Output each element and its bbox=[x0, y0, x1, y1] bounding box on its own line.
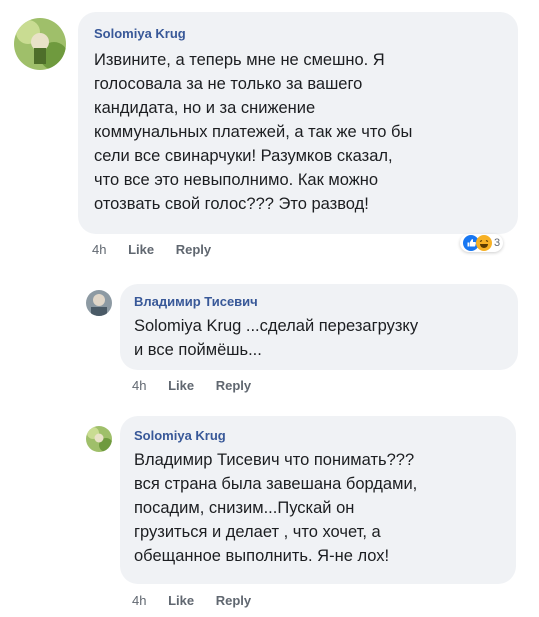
reaction-summary[interactable]: 3 bbox=[460, 234, 504, 252]
avatar[interactable] bbox=[14, 18, 66, 70]
comment-text: Извините, а теперь мне не смешно. Я голо… bbox=[94, 51, 413, 213]
like-button[interactable]: Like bbox=[128, 242, 154, 257]
comment-bubble: Solomiya Krug Владимир Тисевич что поним… bbox=[120, 416, 516, 584]
comment-author[interactable]: Solomiya Krug bbox=[134, 428, 502, 444]
reply-button[interactable]: Reply bbox=[216, 378, 251, 393]
reply-button[interactable]: Reply bbox=[176, 242, 211, 257]
like-button[interactable]: Like bbox=[168, 593, 194, 608]
reply-button[interactable]: Reply bbox=[216, 593, 251, 608]
haha-reaction-icon bbox=[476, 235, 492, 251]
comment-bubble: Владимир Тисевич Solomiya Krug ...сделай… bbox=[120, 284, 518, 370]
comment-author[interactable]: Solomiya Krug bbox=[94, 26, 502, 42]
comment-text: Solomiya Krug ...сделай перезагрузку и в… bbox=[134, 317, 419, 359]
comment-time[interactable]: 4h bbox=[92, 242, 106, 257]
reaction-count: 3 bbox=[494, 237, 501, 249]
comment-actions: 4h Like Reply bbox=[132, 378, 269, 393]
comment-time[interactable]: 4h bbox=[132, 593, 146, 608]
avatar[interactable] bbox=[86, 426, 112, 452]
comment-time[interactable]: 4h bbox=[132, 378, 146, 393]
like-button[interactable]: Like bbox=[168, 378, 194, 393]
comment-text: Владимир Тисевич что понимать??? вся стр… bbox=[134, 451, 418, 565]
comment-actions: 4h Like Reply bbox=[92, 242, 229, 257]
comment-bubble: Solomiya Krug Извините, а теперь мне не … bbox=[78, 12, 518, 234]
comment-author[interactable]: Владимир Тисевич bbox=[134, 294, 504, 310]
avatar[interactable] bbox=[86, 290, 112, 316]
comment-actions: 4h Like Reply bbox=[132, 593, 269, 608]
